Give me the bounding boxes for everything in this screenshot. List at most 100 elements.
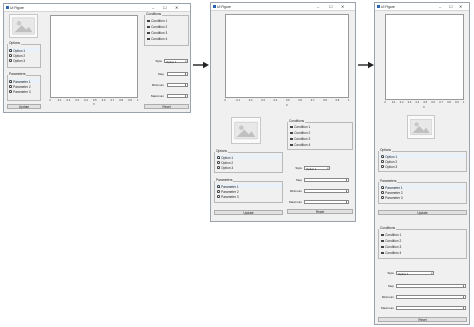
minimize-button[interactable]: – (317, 4, 319, 9)
x-axis-label: X (423, 106, 425, 109)
style-dropdown[interactable]: Option 1 ▾ (164, 58, 188, 64)
minimize-button[interactable]: – (152, 5, 154, 10)
maximum-spinner[interactable]: ⬍ (167, 93, 188, 98)
radio[interactable] (217, 195, 220, 198)
checkbox[interactable] (290, 143, 293, 147)
radio[interactable] (381, 191, 384, 194)
condition-3-checkbox[interactable]: Condition 3 (290, 137, 310, 141)
condition-2-checkbox[interactable]: Condition 2 (290, 131, 310, 135)
parameter-1-radio[interactable]: Parameter 1 (217, 185, 239, 189)
parameter-2-radio[interactable]: Parameter 2 (381, 191, 403, 195)
condition-1-checkbox[interactable]: Condition 1 (381, 233, 401, 237)
parameter-2-radio[interactable]: Parameter 2 (217, 190, 239, 194)
condition-3-checkbox[interactable]: Condition 3 (147, 31, 167, 35)
checkbox[interactable] (381, 239, 384, 243)
maximize-button[interactable]: ☐ (449, 4, 453, 9)
radio-selected[interactable] (381, 186, 384, 189)
checkbox[interactable] (147, 31, 150, 35)
maximum-spinner[interactable]: ⬍ (304, 199, 349, 204)
radio[interactable] (9, 59, 12, 62)
parameter-3-radio[interactable]: Parameter 3 (9, 90, 31, 94)
parameter-3-radio[interactable]: Parameter 3 (217, 195, 239, 199)
minimize-button[interactable]: – (439, 4, 441, 9)
update-button[interactable]: Update (214, 210, 283, 215)
radio-selected[interactable] (217, 185, 220, 188)
radio[interactable] (217, 166, 220, 169)
parameter-3-radio[interactable]: Parameter 3 (381, 196, 403, 200)
x-tick: 0.4 (415, 101, 420, 104)
window-title: UI Figure (10, 5, 24, 10)
reset-button[interactable]: Reset (287, 209, 353, 214)
condition-4-checkbox[interactable]: Condition 4 (381, 251, 401, 255)
parameter-2-radio[interactable]: Parameter 2 (9, 85, 31, 89)
parameter-1-radio[interactable]: Parameter 1 (381, 186, 403, 190)
close-button[interactable]: ✕ (459, 4, 462, 9)
x-tick: 0.2 (248, 99, 253, 102)
option-1-radio[interactable]: Option 1 (381, 155, 397, 159)
checkbox[interactable] (290, 137, 293, 141)
checkbox[interactable] (381, 245, 384, 249)
minimum-spinner[interactable]: ⬍ (167, 82, 188, 87)
radio[interactable] (217, 190, 220, 193)
radio-selected[interactable] (9, 80, 12, 83)
parameter-1-radio[interactable]: Parameter 1 (9, 80, 31, 84)
spinner-arrows-icon: ⬍ (184, 83, 187, 87)
condition-1-checkbox[interactable]: Condition 1 (290, 125, 310, 129)
minimum-spinner[interactable]: ⬍ (396, 294, 466, 299)
radio[interactable] (381, 196, 384, 199)
option-1-radio[interactable]: Option 1 (9, 49, 25, 53)
checkbox[interactable] (290, 131, 293, 135)
radio[interactable] (381, 160, 384, 163)
close-button[interactable]: ✕ (175, 5, 178, 10)
condition-4-checkbox[interactable]: Condition 4 (290, 143, 310, 147)
condition-3-checkbox[interactable]: Condition 3 (381, 245, 401, 249)
checkbox[interactable] (147, 37, 150, 41)
checkbox[interactable] (147, 25, 150, 29)
step-spinner[interactable]: ⬍ (396, 283, 466, 288)
maximum-spinner[interactable]: ⬍ (396, 305, 466, 310)
update-button[interactable]: Update (7, 104, 41, 109)
options-title: Options (215, 149, 228, 153)
style-dropdown[interactable]: Option 1 ▾ (304, 165, 330, 171)
maximize-button[interactable]: ☐ (329, 4, 333, 9)
reset-button[interactable]: Reset (378, 317, 467, 322)
condition-4-checkbox[interactable]: Condition 4 (147, 37, 167, 41)
step-spinner[interactable]: ⬍ (304, 177, 349, 182)
window-title: UI Figure (381, 4, 395, 9)
option-2-radio[interactable]: Option 2 (217, 161, 233, 165)
condition-2-checkbox[interactable]: Condition 2 (381, 239, 401, 243)
option-3-radio[interactable]: Option 3 (381, 165, 397, 169)
x-tick: 0 (49, 99, 51, 102)
step-spinner[interactable]: ⬍ (167, 71, 188, 76)
option-2-radio[interactable]: Option 2 (9, 54, 25, 58)
radio[interactable] (381, 165, 384, 168)
radio-selected[interactable] (9, 49, 12, 52)
arrow-right-icon (358, 61, 374, 69)
checkbox[interactable] (290, 125, 293, 129)
app-window-3: UI Figure – ☐ ✕ 0 0.1 0.2 0.3 0.4 0.5 0.… (374, 2, 470, 325)
checkbox[interactable] (381, 233, 384, 237)
radio[interactable] (217, 161, 220, 164)
x-tick: 0 (384, 101, 386, 104)
option-1-radio[interactable]: Option 1 (217, 156, 233, 160)
maximize-button[interactable]: ☐ (163, 5, 167, 10)
maximum-label: Maximum (288, 200, 302, 204)
minimum-spinner[interactable]: ⬍ (304, 188, 349, 193)
style-dropdown[interactable]: Option 1 ▾ (396, 270, 434, 276)
radio-selected[interactable] (381, 155, 384, 158)
checkbox[interactable] (381, 251, 384, 255)
option-3-radio[interactable]: Option 3 (217, 166, 233, 170)
option-2-radio[interactable]: Option 2 (381, 160, 397, 164)
condition-2-checkbox[interactable]: Condition 2 (147, 25, 167, 29)
close-button[interactable]: ✕ (341, 4, 344, 9)
radio[interactable] (9, 90, 12, 93)
reset-button[interactable]: Reset (144, 104, 189, 109)
checkbox[interactable] (147, 19, 150, 23)
option-3-radio[interactable]: Option 3 (9, 59, 25, 63)
radio[interactable] (9, 54, 12, 57)
radio[interactable] (9, 85, 12, 88)
radio-selected[interactable] (217, 156, 220, 159)
update-button[interactable]: Update (378, 210, 467, 215)
x-tick: 0.6 (431, 101, 435, 104)
condition-1-checkbox[interactable]: Condition 1 (147, 19, 167, 23)
